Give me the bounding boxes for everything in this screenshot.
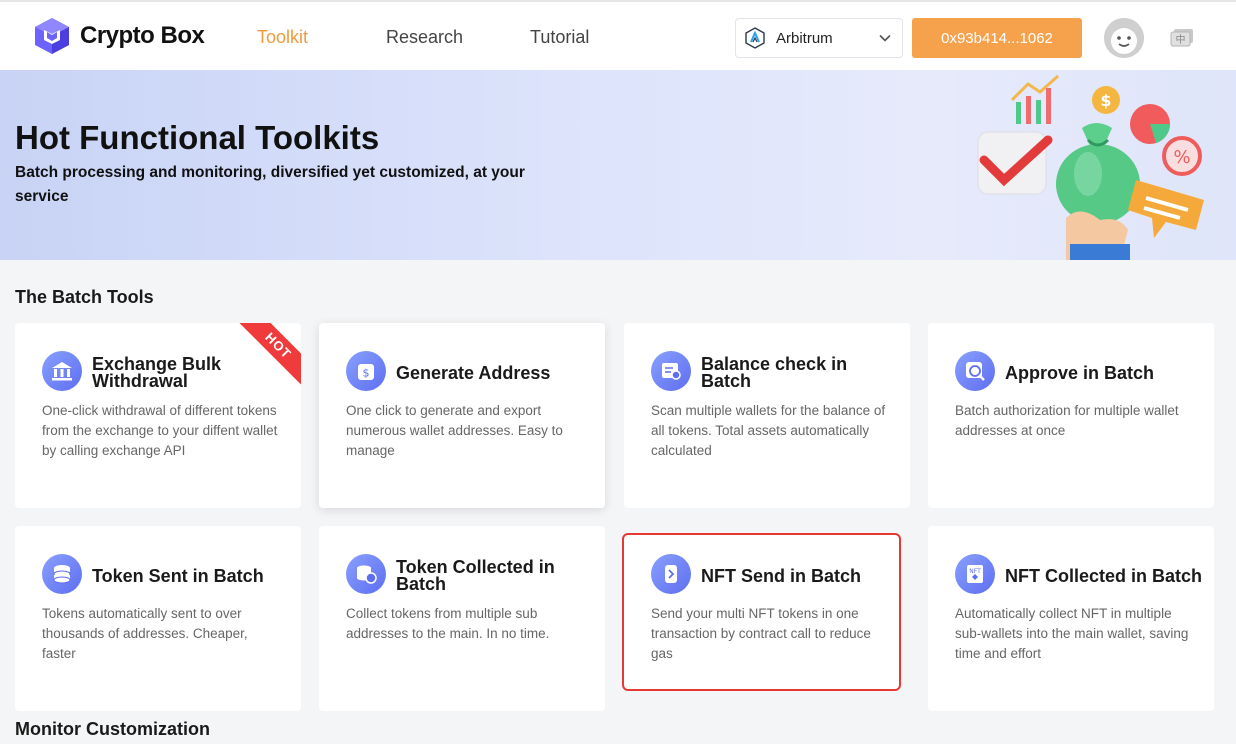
hero-banner: Hot Functional Toolkits Batch processing… <box>0 70 1236 260</box>
svg-text:$: $ <box>1100 91 1111 110</box>
nav-research[interactable]: Research <box>386 2 463 72</box>
money-bag-icon <box>1056 123 1140 224</box>
card-exchange-bulk-withdrawal[interactable]: HOT Exchange Bulk Withdrawal One-click w… <box>15 323 301 508</box>
language-label: 中 <box>1176 33 1186 46</box>
card-title: Balance check in Batch <box>701 354 848 391</box>
checkbox-icon <box>977 131 1053 195</box>
card-title: NFT Collected in Batch <box>1005 565 1203 586</box>
card-description: One click to generate and export numerou… <box>346 403 563 458</box>
nav-tutorial[interactable]: Tutorial <box>530 2 589 72</box>
nft-collect-icon: NFT <box>955 554 995 594</box>
card-description: Collect tokens from multiple sub address… <box>346 606 550 641</box>
card-token-collected-batch[interactable]: Token Collected in Batch Collect tokens … <box>319 526 605 711</box>
card-title: Generate Address <box>396 362 551 383</box>
banner-illustration: $ % <box>977 74 1204 260</box>
logo[interactable]: Crypto Box <box>32 16 205 56</box>
card-balance-check[interactable]: Balance check in Batch Scan multiple wal… <box>624 323 910 508</box>
card-nft-send-batch[interactable]: NFT Send in Batch Send your multi NFT to… <box>622 533 901 691</box>
top-header: Crypto Box Toolkit Research Tutorial Arb… <box>0 0 1236 70</box>
card-description: Batch authorization for multiple wallet … <box>955 403 1179 438</box>
batch-tools-title: The Batch Tools <box>15 287 154 307</box>
banner-subtitle: Batch processing and monitoring, diversi… <box>15 164 525 205</box>
coins-icon <box>42 554 82 594</box>
banner-title: Hot Functional Toolkits <box>15 119 380 156</box>
chevron-down-icon <box>879 34 891 42</box>
monitor-customization-title: Monitor Customization <box>15 719 210 739</box>
card-title: Token Sent in Batch <box>92 565 264 586</box>
wallet-icon: $ <box>346 351 386 391</box>
balance-check-icon <box>651 351 691 391</box>
logo-cube-icon <box>35 18 69 54</box>
wallet-address-button[interactable]: 0x93b414...1062 <box>912 18 1082 58</box>
svg-text:%: % <box>1173 147 1190 168</box>
card-description: Scan multiple wallets for the balance of… <box>651 403 886 458</box>
chat-bubble-icon <box>1128 180 1204 238</box>
card-description: Send your multi NFT tokens in one transa… <box>651 606 871 661</box>
card-nft-collected-batch[interactable]: NFT NFT Collected in Batch Automatically… <box>928 526 1214 711</box>
card-description: Automatically collect NFT in multiple su… <box>955 606 1189 661</box>
network-label: Arbitrum <box>776 29 833 47</box>
svg-text:NFT: NFT <box>969 568 981 575</box>
card-title: Approve in Batch <box>1005 362 1155 383</box>
card-token-sent-batch[interactable]: Token Sent in Batch Tokens automatically… <box>15 526 301 711</box>
network-select[interactable]: Arbitrum <box>735 18 903 58</box>
collect-icon <box>346 554 386 594</box>
svg-text:$: $ <box>363 367 370 380</box>
nft-send-icon <box>651 554 691 594</box>
nav-toolkit[interactable]: Toolkit <box>257 2 308 72</box>
card-title: NFT Send in Batch <box>701 565 862 586</box>
card-title: Token Collected in Batch <box>396 557 555 594</box>
card-title: Exchange Bulk Withdrawal <box>92 354 222 391</box>
user-face-icon <box>1104 18 1144 58</box>
card-description: One-click withdrawal of different tokens… <box>42 403 278 458</box>
card-generate-address[interactable]: $ Generate Address One click to generate… <box>319 323 605 508</box>
card-approve-batch[interactable]: Approve in Batch Batch authorization for… <box>928 323 1214 508</box>
exchange-icon <box>42 351 82 391</box>
language-icon[interactable]: 中 <box>1170 28 1194 48</box>
arbitrum-icon <box>745 27 765 49</box>
logo-text: Crypto Box <box>80 22 205 49</box>
avatar[interactable] <box>1104 18 1144 58</box>
bar-chart-icon <box>1010 74 1059 124</box>
card-description: Tokens automatically sent to over thousa… <box>42 606 248 661</box>
approve-icon <box>955 351 995 391</box>
